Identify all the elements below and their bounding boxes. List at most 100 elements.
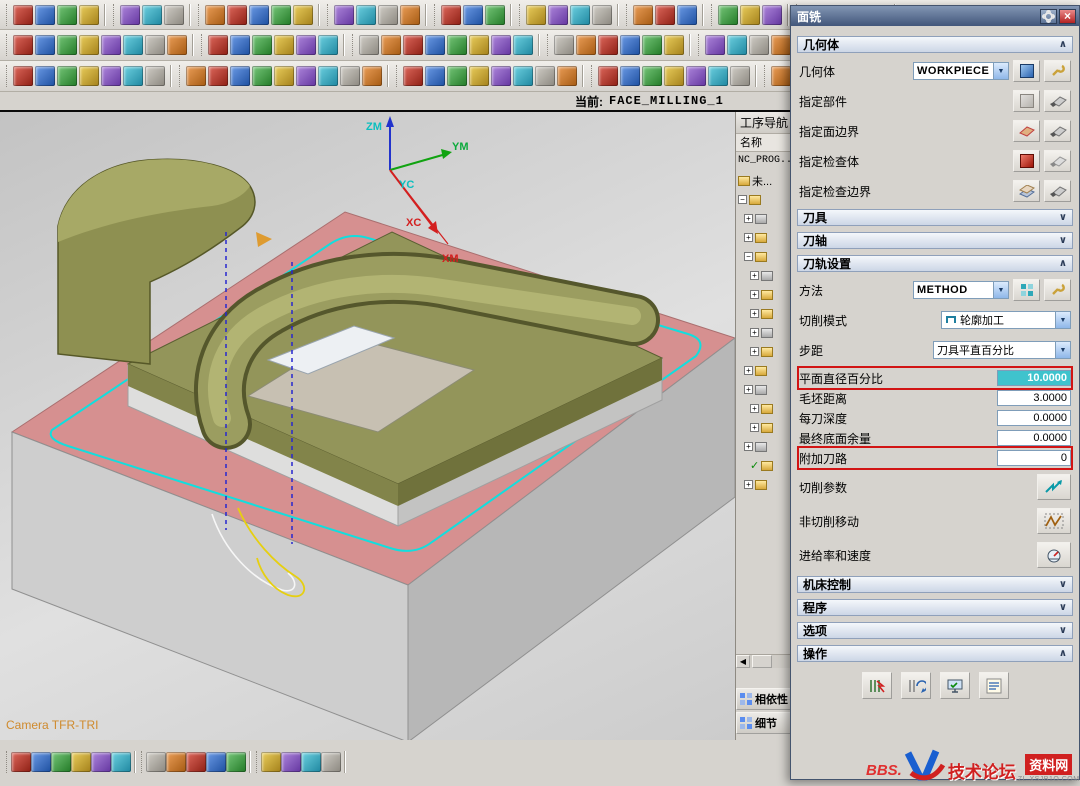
details-panel-bar[interactable]: 细节 <box>736 712 790 734</box>
chevron-down-icon[interactable]: ▼ <box>993 282 1008 298</box>
cut-pattern-combo[interactable]: 轮廓加工 ▼ <box>941 311 1071 329</box>
toolbar-icon[interactable] <box>727 35 747 55</box>
toolbar-icon[interactable] <box>230 35 250 55</box>
select-check-boundary-button[interactable] <box>1013 180 1040 202</box>
toolbar-icon[interactable] <box>655 5 675 25</box>
list-toolpath-button[interactable] <box>979 672 1009 699</box>
toolbar-icon[interactable] <box>79 66 99 86</box>
stepover-combo[interactable]: 刀具平直百分比 ▼ <box>933 341 1071 359</box>
toolbar-icon[interactable] <box>57 5 77 25</box>
navigator-hscrollbar[interactable]: ◀ <box>736 654 790 668</box>
toolbar-icon[interactable] <box>252 66 272 86</box>
toolbar-icon[interactable] <box>31 752 51 772</box>
tree-node[interactable]: + <box>736 209 790 228</box>
toolbar-icon[interactable] <box>633 5 653 25</box>
toolbar-icon[interactable] <box>146 752 166 772</box>
toolbar-icon[interactable] <box>730 66 750 86</box>
toolbar-icon[interactable] <box>51 752 71 772</box>
toolbar-icon[interactable] <box>145 35 165 55</box>
toolbar-icon[interactable] <box>718 5 738 25</box>
toolbar-icon[interactable] <box>664 35 684 55</box>
toolbar-icon[interactable] <box>145 66 165 86</box>
expand-icon[interactable]: + <box>744 385 753 394</box>
toolbar-icon[interactable] <box>318 35 338 55</box>
expand-icon[interactable]: + <box>744 366 753 375</box>
dialog-options-button[interactable] <box>1040 9 1057 24</box>
section-actions-header[interactable]: 操作 ∧ <box>797 645 1073 662</box>
toolbar-icon[interactable] <box>252 35 272 55</box>
toolbar-icon[interactable] <box>447 66 467 86</box>
toolbar-icon[interactable] <box>164 5 184 25</box>
toolbar-icon[interactable] <box>296 66 316 86</box>
tree-node[interactable]: + <box>736 228 790 247</box>
navigator-root-node[interactable]: NC_PROG... <box>736 152 790 170</box>
cutting-parameters-button[interactable] <box>1037 474 1071 500</box>
dialog-close-button[interactable]: × <box>1059 9 1076 24</box>
toolbar-icon[interactable] <box>186 752 206 772</box>
toolbar-icon[interactable] <box>677 5 697 25</box>
select-check-body-button[interactable] <box>1013 150 1040 172</box>
plane-diameter-percent-input[interactable]: 10.0000 <box>997 370 1071 386</box>
tree-node[interactable]: − <box>736 247 790 266</box>
toolbar-icon[interactable] <box>576 35 596 55</box>
toolbar-icon[interactable] <box>705 35 725 55</box>
section-tool-header[interactable]: 刀具 ∨ <box>797 209 1073 226</box>
toolbar-icon[interactable] <box>123 66 143 86</box>
toolbar-icon[interactable] <box>57 35 77 55</box>
highlight-check-body-button[interactable] <box>1044 150 1071 172</box>
select-part-button[interactable] <box>1013 90 1040 112</box>
expand-icon[interactable]: + <box>750 347 759 356</box>
toolbar-icon[interactable] <box>101 35 121 55</box>
toolbar-icon[interactable] <box>274 66 294 86</box>
feeds-speeds-button[interactable] <box>1037 542 1071 568</box>
expand-icon[interactable]: + <box>750 404 759 413</box>
toolbar-icon[interactable] <box>771 66 791 86</box>
tree-node[interactable]: + <box>736 304 790 323</box>
toolbar-icon[interactable] <box>642 35 662 55</box>
toolbar-icon[interactable] <box>356 5 376 25</box>
toolbar-icon[interactable] <box>120 5 140 25</box>
toolbar-icon[interactable] <box>425 35 445 55</box>
expand-icon[interactable]: + <box>750 309 759 318</box>
depth-per-cut-input[interactable]: 0.0000 <box>997 410 1071 426</box>
toolbar-icon[interactable] <box>261 752 281 772</box>
navigator-title[interactable]: 工序导航 <box>736 112 790 134</box>
toolbar-icon[interactable] <box>167 35 187 55</box>
edit-method-button[interactable] <box>1044 279 1071 301</box>
section-options-header[interactable]: 选项 ∨ <box>797 622 1073 639</box>
toolbar-icon[interactable] <box>186 66 206 86</box>
toolbar-icon[interactable] <box>230 66 250 86</box>
scroll-left-icon[interactable]: ◀ <box>736 655 750 668</box>
toolbar-icon[interactable] <box>123 35 143 55</box>
tree-node[interactable]: + <box>736 323 790 342</box>
expand-icon[interactable]: + <box>750 423 759 432</box>
toolbar-icon[interactable] <box>620 66 640 86</box>
tree-node[interactable]: 未... <box>736 171 790 190</box>
toolbar-icon[interactable] <box>249 5 269 25</box>
toolbar-icon[interactable] <box>35 66 55 86</box>
section-program-header[interactable]: 程序 ∨ <box>797 599 1073 616</box>
blank-distance-input[interactable]: 3.0000 <box>997 390 1071 406</box>
toolbar-icon[interactable] <box>227 5 247 25</box>
toolbar-icon[interactable] <box>762 5 782 25</box>
toolbar-icon[interactable] <box>642 66 662 86</box>
section-machine-control-header[interactable]: 机床控制 ∨ <box>797 576 1073 593</box>
tree-node[interactable]: + <box>736 418 790 437</box>
toolbar-icon[interactable] <box>301 752 321 772</box>
toolbar-icon[interactable] <box>469 35 489 55</box>
select-face-boundary-button[interactable] <box>1013 120 1040 142</box>
highlight-check-boundary-button[interactable] <box>1044 180 1071 202</box>
toolbar-icon[interactable] <box>271 5 291 25</box>
toolbar-icon[interactable] <box>35 35 55 55</box>
graphics-viewport[interactable]: ZM YM YC XC XM Camera TFR-TRI <box>0 112 735 740</box>
toolbar-icon[interactable] <box>513 35 533 55</box>
tree-node[interactable]: + <box>736 266 790 285</box>
tree-node[interactable]: − <box>736 190 790 209</box>
toolbar-icon[interactable] <box>485 5 505 25</box>
toolbar-icon[interactable] <box>142 5 162 25</box>
toolbar-icon[interactable] <box>740 5 760 25</box>
toolbar-icon[interactable] <box>441 5 461 25</box>
toolbar-icon[interactable] <box>57 66 77 86</box>
expand-icon[interactable]: + <box>744 480 753 489</box>
toolbar-icon[interactable] <box>686 66 706 86</box>
